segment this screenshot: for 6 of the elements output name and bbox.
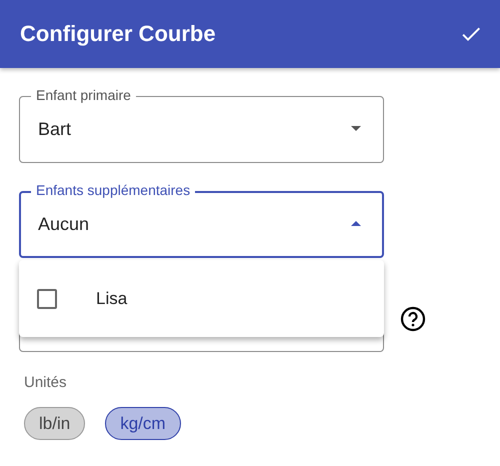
- field-value: Bart: [38, 119, 72, 140]
- field-value: Aucun: [38, 214, 90, 235]
- field-label: Enfants supplémentaires: [31, 182, 196, 198]
- field-label: Enfant primaire: [31, 87, 136, 103]
- app-bar-title: Configurer Courbe: [20, 21, 216, 47]
- units-label: Unités: [24, 374, 68, 391]
